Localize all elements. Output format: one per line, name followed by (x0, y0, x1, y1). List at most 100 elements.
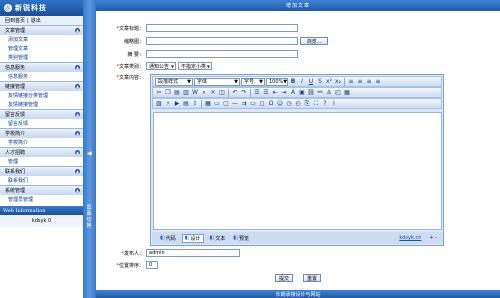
hr-icon[interactable]: ― (231, 100, 239, 108)
logout-link[interactable]: 退出 (31, 17, 41, 24)
underline-icon[interactable]: U (307, 78, 315, 86)
sidebar-section-jobs[interactable]: 人才招聘 ▲ (0, 147, 83, 157)
editor-resize-controls[interactable]: + - (429, 235, 443, 241)
time-icon[interactable]: ◴ (294, 100, 302, 108)
category-select[interactable]: 通知公告 ▼ (146, 62, 176, 70)
remote-upload-icon[interactable]: ⇪ (191, 100, 199, 108)
ordered-list-icon[interactable]: ☰ (253, 89, 261, 97)
mode-text-tab[interactable]: ◧ 文本 (208, 234, 228, 243)
div-icon[interactable]: ◻ (258, 100, 266, 108)
undo-icon[interactable]: ↶ (231, 89, 239, 97)
toolbar-separator (228, 88, 229, 97)
link-icon[interactable]: ⛓ (307, 89, 315, 97)
outdent-icon[interactable]: ⇤ (271, 89, 279, 97)
home-link[interactable]: 回到首页 (5, 17, 25, 24)
sidebar-section-contact[interactable]: 联系我们 ▲ (0, 166, 83, 176)
thumb-input[interactable] (146, 37, 298, 45)
help-icon[interactable]: ? (321, 100, 329, 108)
subcategory-select[interactable]: 不指定小类 ▼ (178, 62, 212, 70)
align-right-icon[interactable]: ≡ (365, 78, 373, 86)
sidebar-section-articles[interactable]: 文章管理 ▲ (0, 25, 83, 35)
sidebar-item-about[interactable]: 学校简介 (0, 138, 83, 147)
find-icon[interactable]: ⌕ (200, 89, 208, 97)
zoom-select[interactable]: 100% ▼ (266, 77, 288, 86)
text-color-icon[interactable]: A (289, 89, 297, 97)
sidebar-section-feedback[interactable]: 留言反馈 ▲ (0, 109, 83, 119)
redo-icon[interactable]: ↷ (240, 89, 248, 97)
fullscreen-icon[interactable]: ⛶ (312, 100, 320, 108)
delete-icon[interactable]: ✕ (209, 89, 217, 97)
sidebar-section-about[interactable]: 学校简介 ▲ (0, 128, 83, 138)
title-input[interactable] (146, 24, 298, 32)
sidebar-section-system[interactable]: 系统管理 ▲ (0, 185, 83, 195)
section-title: 留言反馈 (5, 112, 26, 118)
collapse-arrow-icon[interactable]: ◀ (87, 150, 92, 157)
sidebar-section-links[interactable]: 链接管理 ▲ (0, 81, 83, 91)
form-icon[interactable]: ▭ (213, 100, 221, 108)
collapse-icon: ▲ (75, 169, 80, 174)
sidebar-item-add-article[interactable]: 添加文章 (0, 35, 83, 44)
font-select[interactable]: 字体 ▼ (194, 77, 240, 86)
anchor-icon[interactable]: ⚓ (325, 89, 333, 97)
select-all-icon[interactable]: ◫ (218, 89, 226, 97)
subscript-icon[interactable]: x₂ (334, 78, 342, 86)
indent-icon[interactable]: ⇥ (280, 89, 288, 97)
mode-design-tab[interactable]: ◧ 设计 (181, 233, 204, 243)
copy-icon[interactable]: ❐ (164, 89, 172, 97)
paste-word-icon[interactable]: W (191, 89, 199, 97)
file-icon[interactable]: ▤ (182, 100, 190, 108)
justify-icon[interactable]: ≡ (374, 78, 382, 86)
sidebar-item-jobs[interactable]: 管理 (0, 157, 83, 166)
mode-code-tab[interactable]: ◧ 代码 (158, 234, 178, 243)
bold-icon[interactable]: B (289, 78, 297, 86)
comment-icon[interactable]: ◰ (334, 89, 342, 97)
emoticon-icon[interactable]: ☺ (276, 100, 284, 108)
flash-icon[interactable]: ⚡ (164, 100, 172, 108)
marquee-icon[interactable]: ⇉ (240, 100, 248, 108)
media-icon[interactable]: ▶ (173, 100, 181, 108)
iframe-icon[interactable]: ▢ (222, 100, 230, 108)
sidebar-item-link-manage[interactable]: 友情链接管理 (0, 100, 83, 109)
template-icon[interactable]: ▦ (343, 89, 351, 97)
editor-mode-bar: ◧ 代码 ◧ 设计 ◧ 文本 ◧ 预览 kdsyk.cn + - (152, 232, 443, 244)
publisher-input[interactable]: admin (146, 249, 240, 257)
bullet-list-icon[interactable]: ☰ (262, 89, 270, 97)
align-left-icon[interactable]: ≡ (347, 78, 355, 86)
paragraph-style-select[interactable]: 段落样式 ▼ (155, 77, 193, 86)
sidebar-item-info[interactable]: 信息服务 (0, 72, 83, 81)
bg-color-icon[interactable]: ▣ (298, 89, 306, 97)
browse-button[interactable]: 浏览... (300, 37, 328, 45)
sidebar-item-link-categories[interactable]: 友情链接分类管理 (0, 91, 83, 100)
textbox-icon[interactable]: ▭ (249, 100, 257, 108)
sidebar-item-admins[interactable]: 管理员管理 (0, 195, 83, 204)
font-size-select[interactable]: 字号 ▼ (241, 77, 265, 86)
submit-button[interactable]: 提交 (275, 274, 293, 282)
reset-button[interactable]: 重置 (303, 274, 321, 282)
panel-splitter[interactable]: ◀ 屏幕切换 (83, 0, 96, 298)
strike-icon[interactable]: S (316, 78, 324, 86)
italic-icon[interactable]: I (298, 78, 306, 86)
summary-input[interactable] (146, 50, 298, 58)
editor-content-area[interactable] (153, 112, 442, 230)
unlink-icon[interactable]: ⚯ (316, 89, 324, 97)
order-input[interactable]: 0 (146, 261, 158, 269)
editor-credit-link[interactable]: kdsyk.cn (399, 235, 425, 241)
sidebar-item-manage-articles[interactable]: 管理文章 (0, 44, 83, 53)
paste-icon[interactable]: ▤ (173, 89, 181, 97)
align-center-icon[interactable]: ≡ (356, 78, 364, 86)
page-break-icon[interactable]: ⎘ (303, 100, 311, 108)
sidebar-item-contact[interactable]: 联系我们 (0, 176, 83, 185)
table-icon[interactable]: ▦ (204, 100, 212, 108)
date-icon[interactable]: ◷ (285, 100, 293, 108)
mode-preview-tab[interactable]: ◧ 预览 (231, 234, 251, 243)
toolbar-separator (250, 88, 251, 97)
about-icon[interactable]: i (330, 100, 338, 108)
superscript-icon[interactable]: x² (325, 78, 333, 86)
image-icon[interactable]: ▨ (155, 100, 163, 108)
sidebar-item-feedback[interactable]: 留言反馈 (0, 119, 83, 128)
paste-text-icon[interactable]: ▥ (182, 89, 190, 97)
special-char-icon[interactable]: Ω (267, 100, 275, 108)
cut-icon[interactable]: ✂ (155, 89, 163, 97)
sidebar-item-categories[interactable]: 类别管理 (0, 53, 83, 62)
sidebar-section-info[interactable]: 信息服务 ▲ (0, 62, 83, 72)
